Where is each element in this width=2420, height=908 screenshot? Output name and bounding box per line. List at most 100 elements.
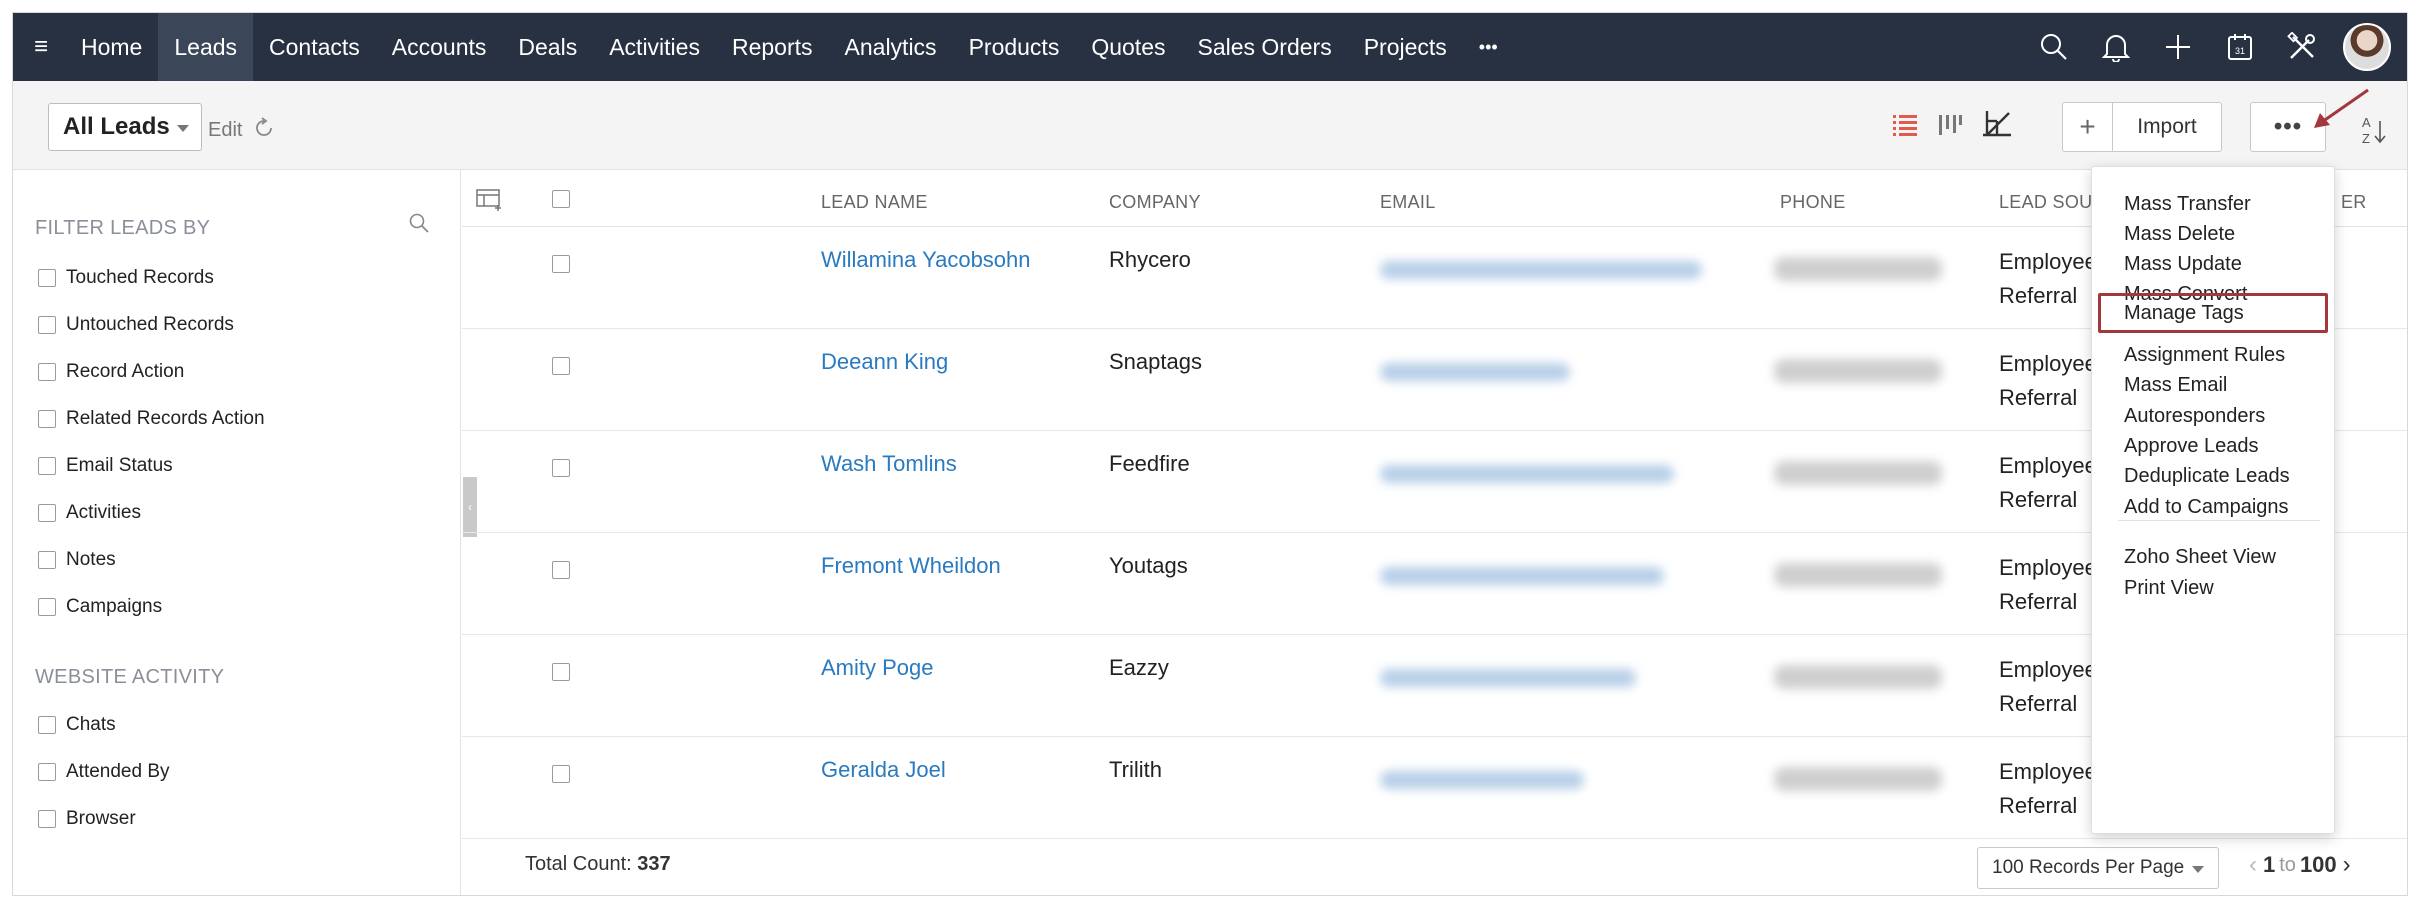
filter-attended-by[interactable]: Attended By <box>38 761 170 783</box>
search-icon[interactable] <box>408 212 430 239</box>
filter-activities[interactable]: Activities <box>38 502 141 524</box>
email-cell-redacted[interactable] <box>1380 261 1702 279</box>
plus-icon[interactable] <box>2147 13 2209 81</box>
checkbox[interactable] <box>38 269 56 287</box>
kanban-view-icon[interactable] <box>1938 113 1962 142</box>
edit-view-link[interactable]: Edit <box>208 119 242 142</box>
import-button[interactable]: Import <box>2112 102 2222 152</box>
menu-item-mass-delete[interactable]: Mass Delete <box>2124 223 2235 246</box>
create-lead-button[interactable]: + <box>2062 102 2112 152</box>
filter-record-action[interactable]: Record Action <box>38 361 184 383</box>
header-phone[interactable]: PHONE <box>1780 192 1846 213</box>
search-icon[interactable] <box>2023 13 2085 81</box>
column-settings-icon[interactable] <box>476 188 504 217</box>
menu-item-print-view[interactable]: Print View <box>2124 577 2214 600</box>
lead-name-link[interactable]: Geralda Joel <box>821 757 946 783</box>
lead-name-link[interactable]: Fremont Wheildon <box>821 553 1001 579</box>
svg-text:Z: Z <box>2362 131 2370 146</box>
menu-item-mass-update[interactable]: Mass Update <box>2124 253 2242 276</box>
nav-tab-reports[interactable]: Reports <box>716 13 829 81</box>
checkbox[interactable] <box>38 551 56 569</box>
filter-notes[interactable]: Notes <box>38 549 116 571</box>
filter-related-records-action[interactable]: Related Records Action <box>38 408 265 430</box>
nav-tab-contacts[interactable]: Contacts <box>253 13 376 81</box>
row-checkbox[interactable] <box>552 255 570 273</box>
next-page-icon[interactable]: › <box>2343 851 2351 879</box>
row-checkbox[interactable] <box>552 459 570 477</box>
hamburger-menu-icon[interactable]: ≡ <box>17 13 65 81</box>
menu-item-deduplicate-leads[interactable]: Deduplicate Leads <box>2124 465 2290 488</box>
row-checkbox[interactable] <box>552 357 570 375</box>
menu-item-autoresponders[interactable]: Autoresponders <box>2124 405 2265 428</box>
nav-tab-deals[interactable]: Deals <box>502 13 593 81</box>
checkbox[interactable] <box>38 457 56 475</box>
nav-tab-analytics[interactable]: Analytics <box>829 13 953 81</box>
header-lead-owner[interactable]: ER <box>2341 192 2367 213</box>
checkbox[interactable] <box>38 504 56 522</box>
bell-icon[interactable] <box>2085 13 2147 81</box>
menu-item-add-to-campaigns[interactable]: Add to Campaigns <box>2124 496 2289 519</box>
nav-tab-quotes[interactable]: Quotes <box>1075 13 1181 81</box>
nav-tab-leads[interactable]: Leads <box>158 13 254 81</box>
view-selector[interactable]: All Leads <box>48 103 202 151</box>
email-cell-redacted[interactable] <box>1380 771 1584 789</box>
row-checkbox[interactable] <box>552 663 570 681</box>
more-actions-button[interactable]: ••• <box>2250 102 2326 152</box>
nav-tab-products[interactable]: Products <box>953 13 1076 81</box>
checkbox[interactable] <box>38 763 56 781</box>
company-cell: Youtags <box>1109 553 1188 578</box>
menu-item-mass-email[interactable]: Mass Email <box>2124 374 2227 397</box>
calendar-icon[interactable]: 31 <box>2209 13 2271 81</box>
checkbox[interactable] <box>38 410 56 428</box>
checkbox[interactable] <box>38 810 56 828</box>
nav-tab-sales-orders[interactable]: Sales Orders <box>1181 13 1347 81</box>
records-per-page-select[interactable]: 100 Records Per Page <box>1977 847 2219 889</box>
filter-browser[interactable]: Browser <box>38 808 136 830</box>
header-lead-source[interactable]: LEAD SOU <box>1999 192 2092 213</box>
header-company[interactable]: COMPANY <box>1109 192 1201 213</box>
filter-email-status[interactable]: Email Status <box>38 455 173 477</box>
header-email[interactable]: EMAIL <box>1380 192 1436 213</box>
checkbox[interactable] <box>38 598 56 616</box>
refresh-icon[interactable] <box>253 117 275 144</box>
sort-icon[interactable]: AZ <box>2358 115 2388 148</box>
menu-item-manage-tags[interactable]: Manage Tags <box>2098 293 2328 333</box>
nav-tab-accounts[interactable]: Accounts <box>376 13 503 81</box>
lead-name-link[interactable]: Willamina Yacobsohn <box>821 247 1031 273</box>
menu-item-approve-leads[interactable]: Approve Leads <box>2124 435 2259 458</box>
nav-tab-projects[interactable]: Projects <box>1348 13 1463 81</box>
select-all-checkbox[interactable] <box>552 190 570 208</box>
user-avatar[interactable] <box>2343 23 2391 71</box>
lead-source-cell: Employee Referral <box>1999 347 2097 415</box>
filter-campaigns[interactable]: Campaigns <box>38 596 162 618</box>
lead-name-link[interactable]: Deeann King <box>821 349 948 375</box>
chart-view-icon[interactable] <box>1981 109 2013 146</box>
email-cell-redacted[interactable] <box>1380 363 1570 381</box>
filter-untouched-records[interactable]: Untouched Records <box>38 314 234 336</box>
checkbox[interactable] <box>38 363 56 381</box>
range-to: 100 <box>2299 852 2337 877</box>
filter-chats[interactable]: Chats <box>38 714 116 736</box>
nav-more-icon[interactable]: ••• <box>1463 13 1514 81</box>
list-view-icon[interactable] <box>1893 113 1917 142</box>
email-cell-redacted[interactable] <box>1380 567 1664 585</box>
email-cell-redacted[interactable] <box>1380 669 1636 687</box>
menu-item-mass-transfer[interactable]: Mass Transfer <box>2124 193 2251 216</box>
tools-icon[interactable] <box>2271 13 2333 81</box>
nav-tab-home[interactable]: Home <box>65 13 158 81</box>
filter-touched-records[interactable]: Touched Records <box>38 267 214 289</box>
range-from: 1 <box>2263 852 2276 877</box>
row-checkbox[interactable] <box>552 561 570 579</box>
row-checkbox[interactable] <box>552 765 570 783</box>
menu-item-assignment-rules[interactable]: Assignment Rules <box>2124 344 2285 367</box>
lead-name-link[interactable]: Wash Tomlins <box>821 451 957 477</box>
header-lead-name[interactable]: LEAD NAME <box>821 192 928 213</box>
checkbox[interactable] <box>38 316 56 334</box>
lead-name-link[interactable]: Amity Poge <box>821 655 934 681</box>
nav-tab-activities[interactable]: Activities <box>593 13 716 81</box>
filter-label: Chats <box>66 714 116 735</box>
email-cell-redacted[interactable] <box>1380 465 1674 483</box>
checkbox[interactable] <box>38 716 56 734</box>
menu-item-zoho-sheet-view[interactable]: Zoho Sheet View <box>2124 546 2276 569</box>
previous-page-icon[interactable]: ‹ <box>2249 851 2257 879</box>
